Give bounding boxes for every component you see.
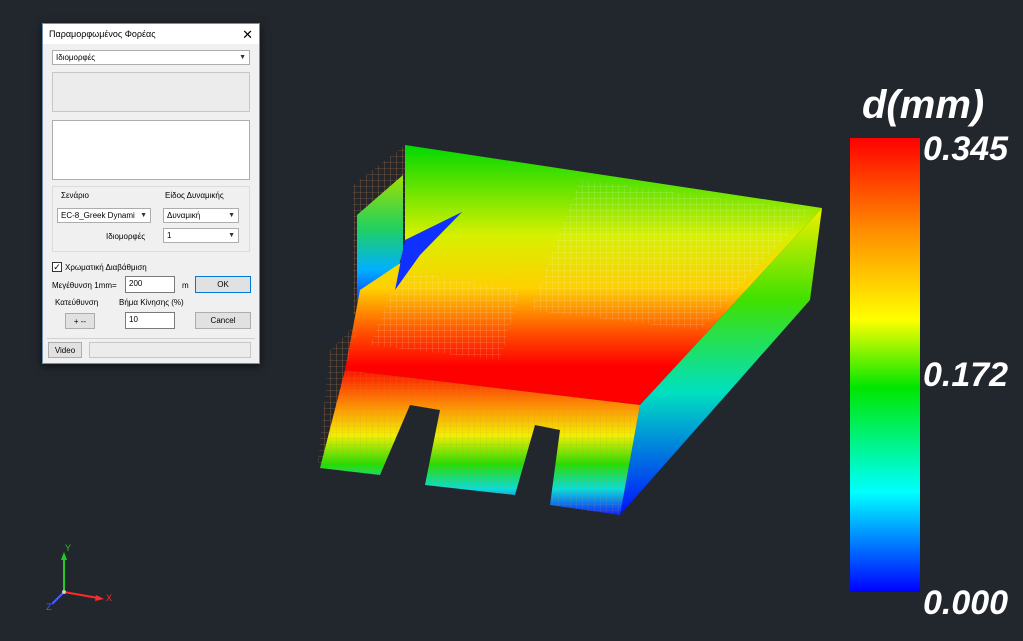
modes-select-value: 1 bbox=[167, 231, 172, 240]
legend-min-label: 0.000 bbox=[923, 584, 1008, 622]
cancel-button[interactable]: Cancel bbox=[195, 312, 251, 329]
magnification-unit: m bbox=[182, 281, 189, 290]
magnification-input[interactable]: 200 bbox=[125, 276, 175, 293]
z-axis-label: Z bbox=[46, 602, 52, 612]
chevron-down-icon: ▼ bbox=[228, 212, 235, 219]
chevron-down-icon: ▼ bbox=[228, 232, 235, 239]
deformed-structure-dialog: Παραμορφωμένος Φορέας ✕ Ιδιομορφές ▼ Σεν… bbox=[42, 23, 260, 364]
mode-select[interactable]: Ιδιομορφές ▼ bbox=[52, 50, 250, 65]
ok-button[interactable]: OK bbox=[195, 276, 251, 293]
modes-select[interactable]: 1 ▼ bbox=[163, 228, 239, 243]
deformed-structure-model bbox=[318, 145, 822, 515]
x-axis-arrow bbox=[95, 595, 104, 601]
status-field bbox=[89, 342, 251, 358]
step-input[interactable]: 10 bbox=[125, 312, 175, 329]
legend-colorbar bbox=[850, 138, 920, 592]
video-button[interactable]: Video bbox=[48, 342, 82, 358]
magnification-label: Μεγέθυνση 1mm= bbox=[52, 281, 117, 290]
color-gradient-label: Χρωματική Διαβάθμιση bbox=[65, 263, 147, 272]
displacement-legend: d(mm) 0.345 0.172 0.000 bbox=[850, 83, 1009, 622]
dynamics-label: Είδος Δυναμικής bbox=[165, 191, 224, 200]
scenario-select[interactable]: EC-8_Greek Dynami ▼ bbox=[57, 208, 151, 223]
color-gradient-checkbox[interactable]: ✓ bbox=[52, 262, 62, 272]
scenario-label: Σενάριο bbox=[61, 191, 89, 200]
dialog-title: Παραμορφωμένος Φορέας bbox=[49, 29, 156, 39]
mode-select-value: Ιδιομορφές bbox=[56, 53, 96, 62]
z-axis-line bbox=[51, 591, 65, 605]
scenario-select-value: EC-8_Greek Dynami bbox=[61, 211, 135, 220]
legend-mid-label: 0.172 bbox=[923, 356, 1008, 394]
direction-button[interactable]: + -- bbox=[65, 313, 95, 329]
dynamics-select-value: Δυναμική bbox=[167, 211, 201, 220]
y-axis-arrow bbox=[61, 552, 67, 560]
legend-title: d(mm) bbox=[862, 83, 984, 127]
close-icon[interactable]: ✕ bbox=[242, 28, 253, 41]
legend-max-label: 0.345 bbox=[923, 130, 1009, 168]
direction-label: Κατεύθυνση bbox=[55, 298, 99, 307]
description-textbox[interactable] bbox=[52, 120, 250, 180]
x-axis-line bbox=[63, 591, 99, 599]
dialog-titlebar[interactable]: Παραμορφωμένος Φορέας ✕ bbox=[43, 24, 259, 44]
chevron-down-icon: ▼ bbox=[239, 54, 246, 61]
info-panel bbox=[52, 72, 250, 112]
dynamics-select[interactable]: Δυναμική ▼ bbox=[163, 208, 239, 223]
step-label: Βήμα Κίνησης (%) bbox=[119, 298, 184, 307]
chevron-down-icon: ▼ bbox=[140, 212, 147, 219]
axes-triad: Y X Z bbox=[46, 543, 112, 612]
x-axis-label: X bbox=[106, 593, 112, 603]
axes-origin bbox=[62, 590, 66, 594]
modes-label: Ιδιομορφές bbox=[106, 232, 146, 241]
dialog-separator bbox=[47, 338, 255, 339]
y-axis-label: Y bbox=[65, 543, 71, 553]
